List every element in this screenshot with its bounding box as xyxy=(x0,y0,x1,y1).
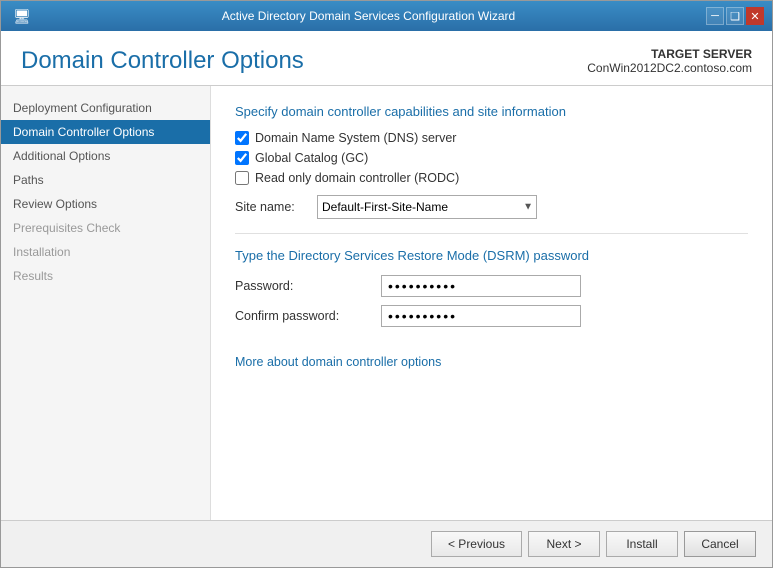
target-server-label: TARGET SERVER xyxy=(651,47,752,61)
target-server-info: TARGET SERVER ConWin2012DC2.contoso.com xyxy=(587,47,752,75)
page-header: Domain Controller Options TARGET SERVER … xyxy=(1,31,772,86)
minimize-button[interactable]: ─ xyxy=(706,7,724,25)
password-label: Password: xyxy=(235,279,365,293)
password-row: Password: xyxy=(235,275,748,297)
sidebar-item-results: Results xyxy=(1,264,210,288)
dsrm-title: Type the Directory Services Restore Mode… xyxy=(235,248,748,263)
restore-button[interactable]: ❑ xyxy=(726,7,744,25)
window-controls: ─ ❑ ✕ xyxy=(706,7,764,25)
sidebar: Deployment Configuration Domain Controll… xyxy=(1,86,211,520)
confirm-password-input[interactable] xyxy=(381,305,581,327)
rodc-label: Read only domain controller (RODC) xyxy=(255,171,459,185)
content-area: Deployment Configuration Domain Controll… xyxy=(1,86,772,520)
site-name-label: Site name: xyxy=(235,200,305,214)
next-button[interactable]: Next > xyxy=(528,531,600,557)
confirm-password-row: Confirm password: xyxy=(235,305,748,327)
cancel-button[interactable]: Cancel xyxy=(684,531,756,557)
sidebar-item-paths[interactable]: Paths xyxy=(1,168,210,192)
target-server-name: ConWin2012DC2.contoso.com xyxy=(587,61,752,75)
main-window: 🖥 Active Directory Domain Services Confi… xyxy=(0,0,773,568)
close-button[interactable]: ✕ xyxy=(746,7,764,25)
site-name-row: Site name: Default-First-Site-Name ▼ xyxy=(235,195,748,219)
site-name-select-wrapper: Default-First-Site-Name ▼ xyxy=(317,195,537,219)
sidebar-item-deployment-configuration[interactable]: Deployment Configuration xyxy=(1,96,210,120)
main-panel: Specify domain controller capabilities a… xyxy=(211,86,772,520)
sidebar-item-prerequisites-check: Prerequisites Check xyxy=(1,216,210,240)
sidebar-item-installation: Installation xyxy=(1,240,210,264)
sidebar-item-additional-options[interactable]: Additional Options xyxy=(1,144,210,168)
rodc-checkbox-row: Read only domain controller (RODC) xyxy=(235,171,748,185)
window-title: Active Directory Domain Services Configu… xyxy=(31,9,706,23)
titlebar: 🖥 Active Directory Domain Services Confi… xyxy=(1,1,772,31)
more-about-link[interactable]: More about domain controller options xyxy=(235,355,441,369)
gc-checkbox-row: Global Catalog (GC) xyxy=(235,151,748,165)
confirm-password-label: Confirm password: xyxy=(235,309,365,323)
capabilities-title: Specify domain controller capabilities a… xyxy=(235,104,748,119)
install-button[interactable]: Install xyxy=(606,531,678,557)
gc-label: Global Catalog (GC) xyxy=(255,151,368,165)
section-divider xyxy=(235,233,748,234)
sidebar-item-domain-controller-options[interactable]: Domain Controller Options xyxy=(1,120,210,144)
rodc-checkbox[interactable] xyxy=(235,171,249,185)
app-icon: 🖥 xyxy=(13,7,31,25)
sidebar-item-review-options[interactable]: Review Options xyxy=(1,192,210,216)
page-title: Domain Controller Options xyxy=(21,47,304,75)
gc-checkbox[interactable] xyxy=(235,151,249,165)
site-name-select[interactable]: Default-First-Site-Name xyxy=(317,195,537,219)
footer: < Previous Next > Install Cancel xyxy=(1,520,772,567)
previous-button[interactable]: < Previous xyxy=(431,531,522,557)
dns-checkbox-row: Domain Name System (DNS) server xyxy=(235,131,748,145)
password-input[interactable] xyxy=(381,275,581,297)
dns-checkbox[interactable] xyxy=(235,131,249,145)
dns-label: Domain Name System (DNS) server xyxy=(255,131,456,145)
